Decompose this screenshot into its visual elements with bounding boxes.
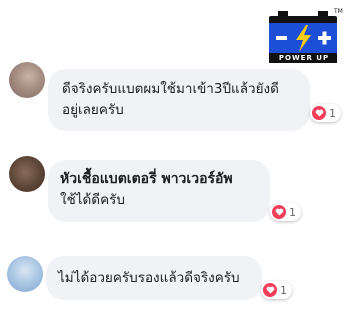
reaction-badge[interactable]: 1 — [310, 104, 341, 122]
avatar[interactable] — [9, 156, 45, 192]
comment-bubble: ดีจริงครับแบตผมใช้มาเข้า3ปีแล้วยังดี อยู… — [48, 69, 310, 131]
reaction-count: 1 — [329, 106, 336, 120]
trademark-mark: TM — [334, 8, 343, 15]
comment-text-line1: ดีจริงครับแบตผมใช้มาเข้า3ปีแล้วยังดี — [62, 81, 279, 97]
reaction-badge[interactable]: 1 — [270, 203, 301, 221]
reaction-badge[interactable]: 1 — [261, 281, 292, 299]
comment-bubble: หัวเชื้อแบตเตอรี่ พาวเวอร์อัพ ใช้ได้ดีคร… — [48, 160, 270, 222]
avatar[interactable] — [9, 62, 45, 98]
heart-icon — [263, 283, 277, 297]
comment-text-line2: อยู่เลยครับ — [62, 102, 124, 118]
logo-label: POWER UP — [278, 54, 330, 62]
comment-thread: TM POWER UP ดีจริงครับแบตผมใช้มาเข้า3ปีแ… — [0, 0, 350, 320]
heart-icon — [272, 205, 286, 219]
comment-text: ใช้ได้ดีครับ — [60, 192, 125, 208]
reaction-count: 1 — [289, 205, 296, 219]
comment-text: ไม่ได้อวยครับรองแล้วดีจริงครับ — [58, 270, 240, 286]
avatar[interactable] — [7, 256, 43, 292]
comment-bubble: ไม่ได้อวยครับรองแล้วดีจริงครับ — [46, 256, 262, 300]
heart-icon — [312, 106, 326, 120]
reaction-count: 1 — [280, 283, 287, 297]
power-up-logo: TM POWER UP — [266, 8, 343, 74]
comment-author[interactable]: หัวเชื้อแบตเตอรี่ พาวเวอร์อัพ — [60, 168, 258, 190]
